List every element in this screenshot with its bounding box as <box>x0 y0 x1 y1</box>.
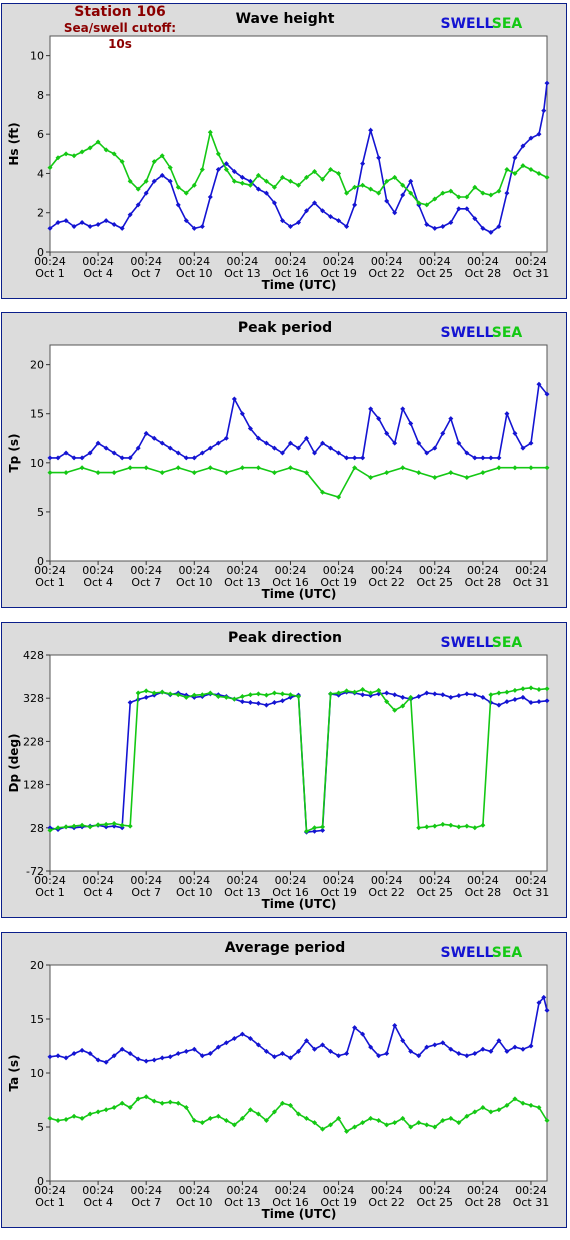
legend-swell: SWELL <box>441 325 494 341</box>
legend-sea: SEA <box>492 16 523 32</box>
chart-title: Average period <box>225 940 346 956</box>
x-tick-date: Oct 22 <box>368 886 405 899</box>
chart-title: Wave height <box>236 11 335 27</box>
station-label: Station 106 Sea/swell cutoff: 10s <box>60 4 180 52</box>
y-tick-label: 15 <box>30 1013 44 1026</box>
y-tick-label: 20 <box>30 359 44 372</box>
x-tick-date: Oct 7 <box>131 886 161 899</box>
x-axis-label: Time (UTC) <box>262 1207 337 1221</box>
x-tick-date: Oct 1 <box>35 1196 65 1209</box>
y-tick-label: 6 <box>37 128 44 141</box>
chart-panel-wave-height: Wave height SWELL SEA 0 2 4 6 8 10 00:24 Oct 1 00:2… <box>1 3 567 299</box>
x-tick-date: Oct 13 <box>224 886 261 899</box>
x-tick-date: Oct 22 <box>368 267 405 280</box>
x-tick-date: Oct 22 <box>368 576 405 589</box>
y-tick-label: 8 <box>37 89 44 102</box>
legend-sea: SEA <box>492 325 523 341</box>
x-tick-date: Oct 4 <box>83 576 113 589</box>
y-tick-label: 128 <box>23 779 44 792</box>
x-tick-date: Oct 1 <box>35 576 65 589</box>
plot-area <box>49 654 548 872</box>
x-axis-label: Time (UTC) <box>262 278 337 292</box>
y-axis-label: Dp (deg) <box>7 733 21 792</box>
y-tick-label: 328 <box>23 692 44 705</box>
x-tick-date: Oct 28 <box>465 576 502 589</box>
station-name: Station 106 <box>74 4 166 20</box>
x-tick-date: Oct 13 <box>224 1196 261 1209</box>
x-tick-date: Oct 28 <box>465 1196 502 1209</box>
y-axis-label: Ta (s) <box>7 1054 21 1091</box>
legend-swell: SWELL <box>441 945 494 961</box>
x-axis-label: Time (UTC) <box>262 897 337 911</box>
chart-average-period: Average period SWELLSEA0510152000:24Oct 1… <box>7 940 550 1221</box>
x-tick-date: Oct 22 <box>368 1196 405 1209</box>
chart-panel-peak-period: Peak period SWELL SEA 0 5 10 15 20 00:24 Oct 1 00:… <box>1 312 567 608</box>
legend-sea: SEA <box>492 945 523 961</box>
y-tick-label: 4 <box>37 167 44 180</box>
x-tick-date: Oct 10 <box>176 267 213 280</box>
x-tick-date: Oct 1 <box>35 267 65 280</box>
x-tick-date: Oct 13 <box>224 267 261 280</box>
legend-sea: SEA <box>492 635 523 651</box>
y-tick-label: 2 <box>37 207 44 220</box>
y-tick-label: 5 <box>37 1121 44 1134</box>
x-axis-label: Time (UTC) <box>262 587 337 601</box>
x-tick-date: Oct 28 <box>465 267 502 280</box>
plot-area <box>49 964 548 1182</box>
y-tick-label: 5 <box>37 506 44 519</box>
x-tick-date: Oct 7 <box>131 267 161 280</box>
y-tick-label: 10 <box>30 457 44 470</box>
y-axis-label: Tp (s) <box>7 433 21 472</box>
x-tick-date: Oct 31 <box>513 576 550 589</box>
x-tick-date: Oct 25 <box>417 1196 454 1209</box>
legend-swell: SWELL <box>441 16 494 32</box>
x-tick-date: Oct 4 <box>83 267 113 280</box>
x-tick-date: Oct 10 <box>176 1196 213 1209</box>
legend-swell: SWELL <box>441 635 494 651</box>
y-tick-label: 428 <box>23 649 44 662</box>
chart-title: Peak direction <box>228 630 342 646</box>
x-tick-date: Oct 31 <box>513 1196 550 1209</box>
chart-panel-peak-direction: Peak direction SWELL SEA -72 28 128 228 328 428 0… <box>1 622 567 918</box>
plot-area <box>49 344 548 562</box>
x-tick-date: Oct 31 <box>513 267 550 280</box>
y-tick-label: 10 <box>30 50 44 63</box>
station-cutoff: Sea/swell cutoff: 10s <box>63 21 177 51</box>
x-tick-date: Oct 13 <box>224 576 261 589</box>
chart-peak-direction: Peak direction SWELLSEA-72281282283284280… <box>7 630 550 911</box>
x-tick-date: Oct 25 <box>417 576 454 589</box>
x-tick-date: Oct 10 <box>176 886 213 899</box>
y-axis-label: Hs (ft) <box>7 122 21 165</box>
x-tick-date: Oct 4 <box>83 886 113 899</box>
x-tick-date: Oct 25 <box>417 267 454 280</box>
y-tick-label: 10 <box>30 1067 44 1080</box>
x-tick-date: Oct 1 <box>35 886 65 899</box>
x-tick-date: Oct 4 <box>83 1196 113 1209</box>
x-tick-date: Oct 7 <box>131 1196 161 1209</box>
chart-title: Peak period <box>238 320 332 336</box>
x-tick-date: Oct 7 <box>131 576 161 589</box>
chart-panel-average-period: Average period SWELL SEA 0 5 10 15 20 00:24 Oct 1… <box>1 932 567 1228</box>
x-tick-date: Oct 10 <box>176 576 213 589</box>
x-tick-date: Oct 31 <box>513 886 550 899</box>
y-tick-label: 20 <box>30 959 44 972</box>
y-tick-label: 15 <box>30 408 44 421</box>
x-tick-date: Oct 28 <box>465 886 502 899</box>
chart-peak-period: Peak period SWELLSEA0510152000:24Oct 100:… <box>7 320 550 601</box>
y-tick-label: 28 <box>30 822 44 835</box>
x-tick-date: Oct 25 <box>417 886 454 899</box>
y-tick-label: 228 <box>23 735 44 748</box>
plot-area <box>49 35 548 253</box>
